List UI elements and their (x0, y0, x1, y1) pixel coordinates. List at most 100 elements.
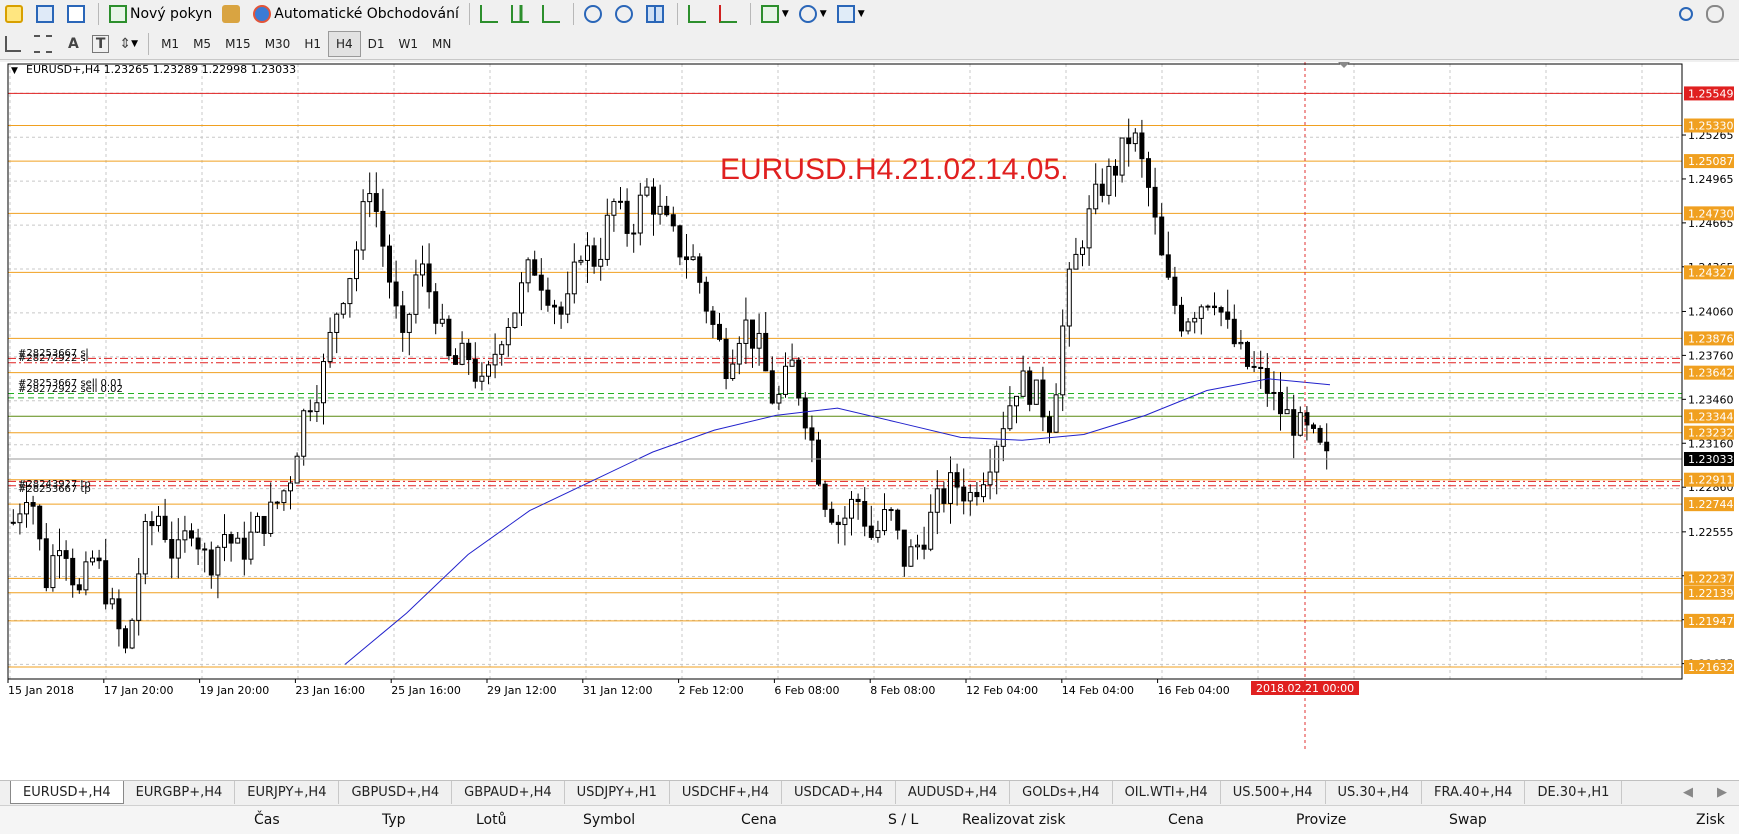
profiles-icon[interactable] (63, 2, 92, 26)
auto-trading-button[interactable]: Automatické Obchodování (249, 2, 463, 26)
tab-eurusd-h4[interactable]: EURUSD+,H4 (10, 781, 124, 804)
candle-chart-icon[interactable] (507, 2, 536, 26)
candle-body (215, 546, 221, 576)
timeframe-w1[interactable]: W1 (392, 32, 426, 56)
chart-header: EURUSD+,H4 1.23265 1.23289 1.22998 1.230… (26, 63, 296, 76)
timeframe-m30[interactable]: M30 (258, 32, 298, 56)
new-order-button[interactable]: Nový pokyn (105, 2, 216, 26)
tab-gbpusd-h4[interactable]: GBPUSD+,H4 (339, 781, 453, 804)
col-type[interactable]: Typ (382, 812, 406, 828)
zoom-in-icon[interactable] (580, 2, 609, 26)
chart-menu-arrow[interactable]: ▼ (11, 66, 18, 76)
candle-body (334, 313, 340, 333)
candle-body (472, 359, 478, 382)
periods-clock-icon[interactable]: ▼ (795, 2, 831, 26)
candle-body (1165, 254, 1171, 278)
tabs-scroll-left-icon[interactable]: ◀ (1671, 781, 1705, 804)
candle-body (1007, 405, 1013, 430)
main-toolbar: Nový pokyn Automatické Obchodování ▼ ▼ ▼ (0, 0, 1739, 28)
candlesticks (10, 118, 1330, 654)
line-chart-icon[interactable] (538, 2, 567, 26)
tab-golds-h4[interactable]: GOLDs+,H4 (1010, 781, 1113, 804)
candle-body (1291, 409, 1297, 436)
candle-body (1311, 424, 1316, 429)
candle-body (162, 515, 168, 541)
favorites-star-icon[interactable] (1, 2, 30, 26)
timeframe-mn[interactable]: MN (425, 32, 458, 56)
tab-usdcad-h4[interactable]: USDCAD+,H4 (782, 781, 896, 804)
candle-body (123, 628, 128, 649)
tab-usdchf-h4[interactable]: USDCHF+,H4 (670, 781, 783, 804)
tab-usdjpy-h1[interactable]: USDJPY+,H1 (565, 781, 670, 804)
timeframe-d1[interactable]: D1 (361, 32, 392, 56)
col-sl[interactable]: S / L (888, 812, 918, 828)
candle-body (373, 193, 379, 212)
tab-us30-h4[interactable]: US.30+,H4 (1326, 781, 1423, 804)
col-symbol[interactable]: Symbol (583, 812, 635, 828)
new-chart-icon[interactable] (32, 2, 61, 26)
col-lots[interactable]: Lotů (476, 812, 506, 828)
candle-body (70, 557, 76, 586)
tab-eurgbp-h4[interactable]: EURGBP+,H4 (124, 781, 236, 804)
col-price-current[interactable]: Cena (1168, 812, 1204, 828)
order-lines (8, 357, 1682, 487)
tab-us500-h4[interactable]: US.500+,H4 (1221, 781, 1326, 804)
timeframe-h4[interactable]: H4 (327, 31, 361, 57)
bar-chart-icon[interactable] (476, 2, 505, 26)
col-price[interactable]: Cena (741, 812, 777, 828)
tab-de30-h1[interactable]: DE.30+,H1 (1525, 781, 1623, 804)
candle-body (1231, 318, 1237, 345)
candle-body (743, 319, 749, 344)
chart-shift-icon[interactable] (715, 2, 744, 26)
candle-body (1053, 394, 1059, 433)
time-tick-label: 23 Jan 16:00 (295, 684, 365, 697)
tab-fra40-h4[interactable]: FRA.40+,H4 (1422, 781, 1526, 804)
market-watch-icon[interactable] (218, 2, 247, 26)
text-icon[interactable]: A (61, 32, 86, 56)
candle-body (538, 274, 544, 291)
search-icon[interactable] (1675, 2, 1700, 26)
candle-body (644, 186, 650, 196)
candle-body (1093, 183, 1099, 210)
candle-body (855, 498, 861, 503)
col-swap[interactable]: Swap (1449, 812, 1487, 828)
price-chart[interactable]: EURUSD+,H4 1.23265 1.23289 1.22998 1.230… (0, 62, 1739, 780)
candle-body (314, 402, 320, 412)
timeframe-m15[interactable]: M15 (218, 32, 258, 56)
fibonacci-icon[interactable] (30, 32, 59, 56)
timeframe-m1[interactable]: M1 (154, 32, 186, 56)
tile-windows-icon[interactable] (642, 2, 671, 26)
col-time[interactable]: Čas (254, 812, 280, 828)
timeframe-h1[interactable]: H1 (297, 32, 328, 56)
auto-scroll-icon[interactable] (684, 2, 713, 26)
tab-eurjpy-h4[interactable]: EURJPY+,H4 (235, 781, 340, 804)
candle-body (763, 332, 769, 372)
candle-body (307, 410, 313, 413)
timeframe-m5[interactable]: M5 (186, 32, 218, 56)
col-tp[interactable]: Realizovat zisk (962, 812, 1065, 828)
candle-body (802, 397, 808, 429)
chat-icon[interactable] (1702, 2, 1731, 26)
shift-marker-icon[interactable] (1338, 62, 1350, 68)
candle-body (222, 534, 227, 548)
col-commission[interactable]: Provize (1296, 812, 1346, 828)
arrows-icon[interactable]: ⇕ ▼ (115, 32, 142, 56)
candle-body (829, 508, 835, 523)
tab-audusd-h4[interactable]: AUDUSD+,H4 (896, 781, 1011, 804)
candle-body (103, 560, 109, 605)
indicators-icon[interactable]: ▼ (757, 2, 793, 26)
annotation-sl-2: #28272922 sl (18, 353, 88, 364)
tab-gbpaud-h4[interactable]: GBPAUD+,H4 (452, 781, 565, 804)
col-profit[interactable]: Zisk (1696, 812, 1725, 828)
tab-oilwti-h4[interactable]: OIL.WTI+,H4 (1113, 781, 1221, 804)
candle-body (670, 214, 676, 227)
zoom-out-icon[interactable] (611, 2, 640, 26)
tabs-scroll-right-icon[interactable]: ▶ (1705, 781, 1739, 804)
crosshair-icon[interactable] (1, 32, 28, 56)
candle-body (1324, 441, 1330, 452)
chart-canvas[interactable]: EURUSD+,H4 1.23265 1.23289 1.22998 1.230… (0, 62, 1739, 780)
text-label-icon[interactable]: T (88, 32, 114, 56)
candle-body (882, 509, 887, 532)
templates-icon[interactable]: ▼ (833, 2, 869, 26)
candle-body (505, 326, 511, 346)
